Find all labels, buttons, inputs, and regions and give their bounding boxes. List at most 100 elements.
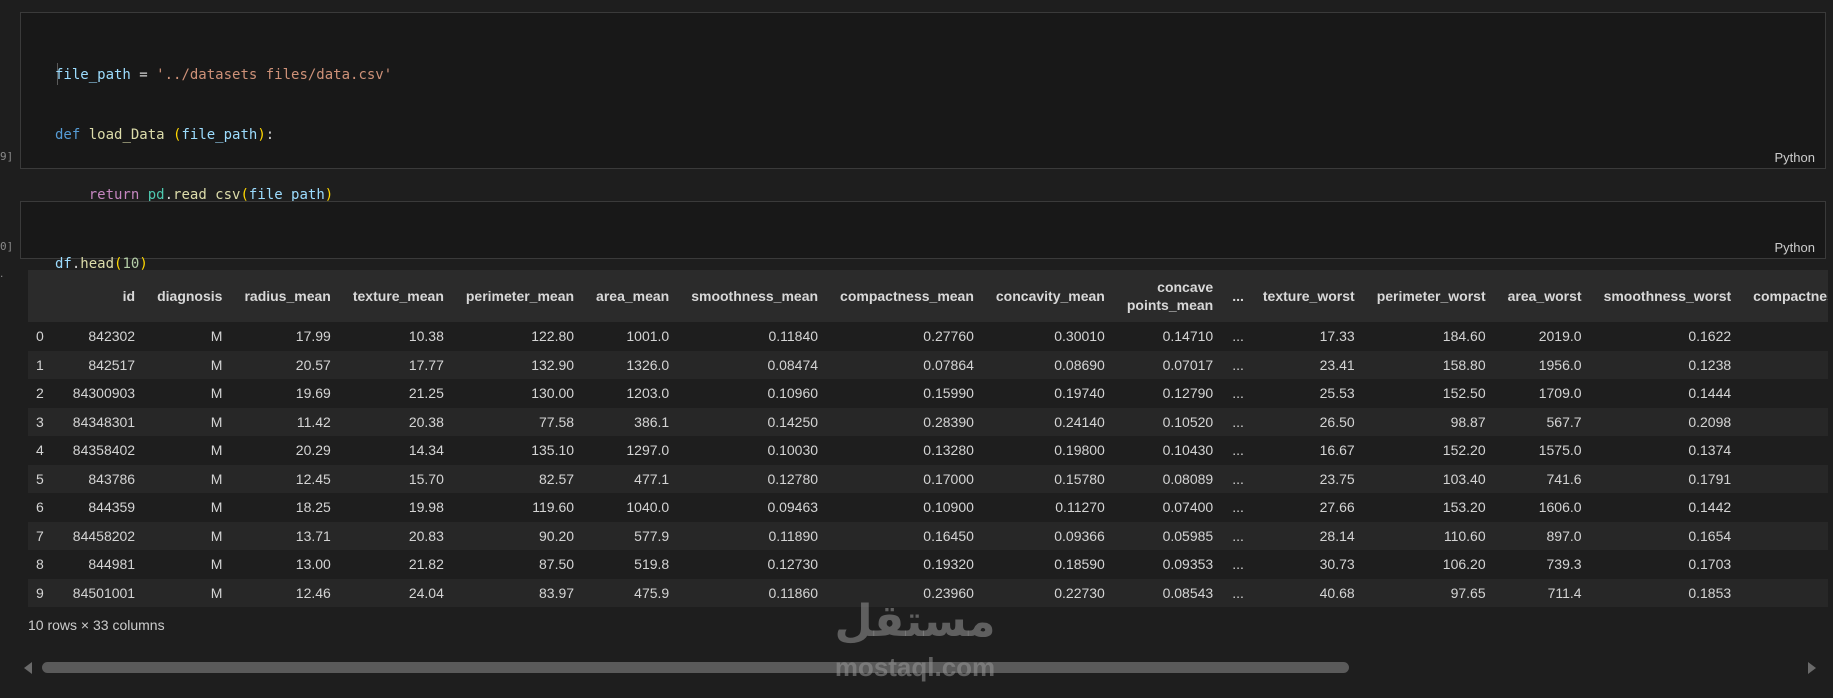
scrollbar-thumb[interactable] [42,662,1349,673]
row-index: 6 [36,499,44,516]
table-row: 2 84300903 M 19.69 21.25 130.00 1203.0 0.10960 0… [28,379,1828,408]
table-row: 5 843786 M 12.45 15.70 82.57 477.1 0.12780 0.170… [28,464,1828,494]
table-cell: 0.08543 [1162,584,1214,601]
cell-language-label[interactable]: Python [1775,240,1815,255]
column-header: radius_mean [244,288,331,304]
code-cell-1[interactable]: file_path = '../datasets files/data.csv'… [20,12,1826,323]
table-cell: 20.83 [408,527,444,544]
table-cell: 0.27760 [923,328,974,345]
table-cell: 567.7 [1546,413,1582,430]
table-cell: 19.98 [408,499,444,516]
horizontal-scrollbar[interactable] [36,660,1802,674]
table-cell: 0.08089 [1162,470,1214,487]
table-cell: 11.42 [296,413,331,430]
table-cell: 84300903 [72,385,136,402]
table-cell: 0.05985 [1162,527,1214,544]
column-header: id [122,288,136,304]
table-cell: 0.1238 [1688,356,1732,373]
column-header: smoothness_worst [1603,288,1732,304]
column-header: area_worst [1507,288,1582,304]
table-cell: 23.75 [1319,470,1355,487]
ellipsis-cell: ... [1232,442,1244,459]
scroll-left-arrow-icon[interactable] [24,662,32,674]
table-cell: 0.15990 [923,385,974,402]
table-cell: 17.33 [1319,328,1355,345]
table-cell: 24.04 [408,584,444,601]
table-cell: 10.38 [408,328,444,345]
table-cell: 110.60 [1443,527,1486,544]
table-cell: 0.07400 [1162,499,1214,516]
table-cell: 0.5249 [1742,465,1828,494]
column-header: texture_worst [1262,288,1355,304]
table-cell: 153.20 [1442,499,1486,516]
table-row: 9 84501001 M 12.46 24.04 83.97 475.9 0.11860 0.2… [28,578,1828,607]
table-cell: 0.11890 [768,527,819,544]
table-cell: 842302 [88,328,136,345]
table-cell: 13.71 [295,527,331,544]
table-cell: 0.30010 [1054,328,1105,345]
table-row: 4 84358402 M 20.29 14.34 135.10 1297.0 0.10030 0… [28,436,1828,465]
table-cell: 84501001 [72,584,136,601]
table-cell: 1297.0 [626,442,670,459]
table-cell: 152.20 [1442,442,1486,459]
table-cell: 741.6 [1546,470,1582,487]
table-cell: 0.28390 [923,413,974,430]
ellipsis-cell: ... [1232,413,1244,430]
column-header: concavity_mean [995,288,1105,304]
ellipsis-cell: ... [1232,499,1244,516]
table-cell: 0.11270 [1055,499,1105,516]
table-cell: M [210,556,223,573]
table-cell: 0.14250 [767,413,819,430]
row-index: 9 [36,584,44,601]
ellipsis-cell: ... [1232,385,1244,402]
table-cell: 19.69 [295,385,331,402]
table-cell: 0.1853 [1688,584,1732,601]
table-cell: 1606.0 [1538,499,1582,516]
code-cell-2[interactable]: df.head(10) Python [20,201,1826,272]
output-marker: . [0,266,4,280]
table-cell: 0.09366 [1054,527,1105,544]
table-cell: 0.10520 [1162,413,1214,430]
table-cell: 90.20 [539,527,575,544]
table-cell: 0.18590 [1054,556,1105,573]
table-cell: 122.80 [531,328,575,345]
table-cell: 26.50 [1319,413,1355,430]
table-cell: 1575.0 [1538,442,1582,459]
table-cell: 23.41 [1319,356,1355,373]
row-index: 3 [36,413,44,430]
table-cell: 0.11840 [768,328,819,345]
column-header: texture_mean [352,288,444,304]
row-index: 4 [36,442,44,459]
table-cell: 0.8663 [1742,408,1828,437]
column-header: diagnosis [157,288,223,304]
table-cell: M [210,584,223,601]
table-cell: 2019.0 [1538,328,1582,345]
table-cell: 1001.0 [626,328,670,345]
table-cell: 12.45 [295,470,331,487]
table-cell: 0.1622 [1688,328,1732,345]
table-cell: 0.12730 [767,556,819,573]
scroll-right-arrow-icon[interactable] [1808,662,1816,674]
table-cell: 844359 [88,499,136,516]
table-cell: 77.58 [539,413,575,430]
table-cell: 0.1444 [1688,385,1732,402]
table-cell: 0.12780 [767,470,819,487]
table-cell: M [210,413,223,430]
table-cell: 84458202 [72,527,136,544]
table-cell: M [210,328,223,345]
table-cell: 103.40 [1442,470,1486,487]
table-row: 0 842302 M 17.99 10.38 122.80 1001.0 0.11840 0.2… [28,322,1828,351]
column-header: perimeter_worst [1376,288,1486,304]
table-cell: 27.66 [1319,499,1355,516]
cell-language-label[interactable]: Python [1775,150,1815,165]
table-cell: 40.68 [1319,584,1355,601]
row-index: 2 [36,385,44,402]
table-cell: 0.17000 [923,470,974,487]
table-cell: 0.2576 [1742,493,1828,522]
table-cell: 0.13280 [923,442,974,459]
column-header: compactness_worst [1753,288,1828,304]
table-cell: 1956.0 [1538,356,1582,373]
row-index: 8 [36,556,44,573]
table-cell: M [210,499,223,516]
table-cell: 21.25 [408,385,444,402]
